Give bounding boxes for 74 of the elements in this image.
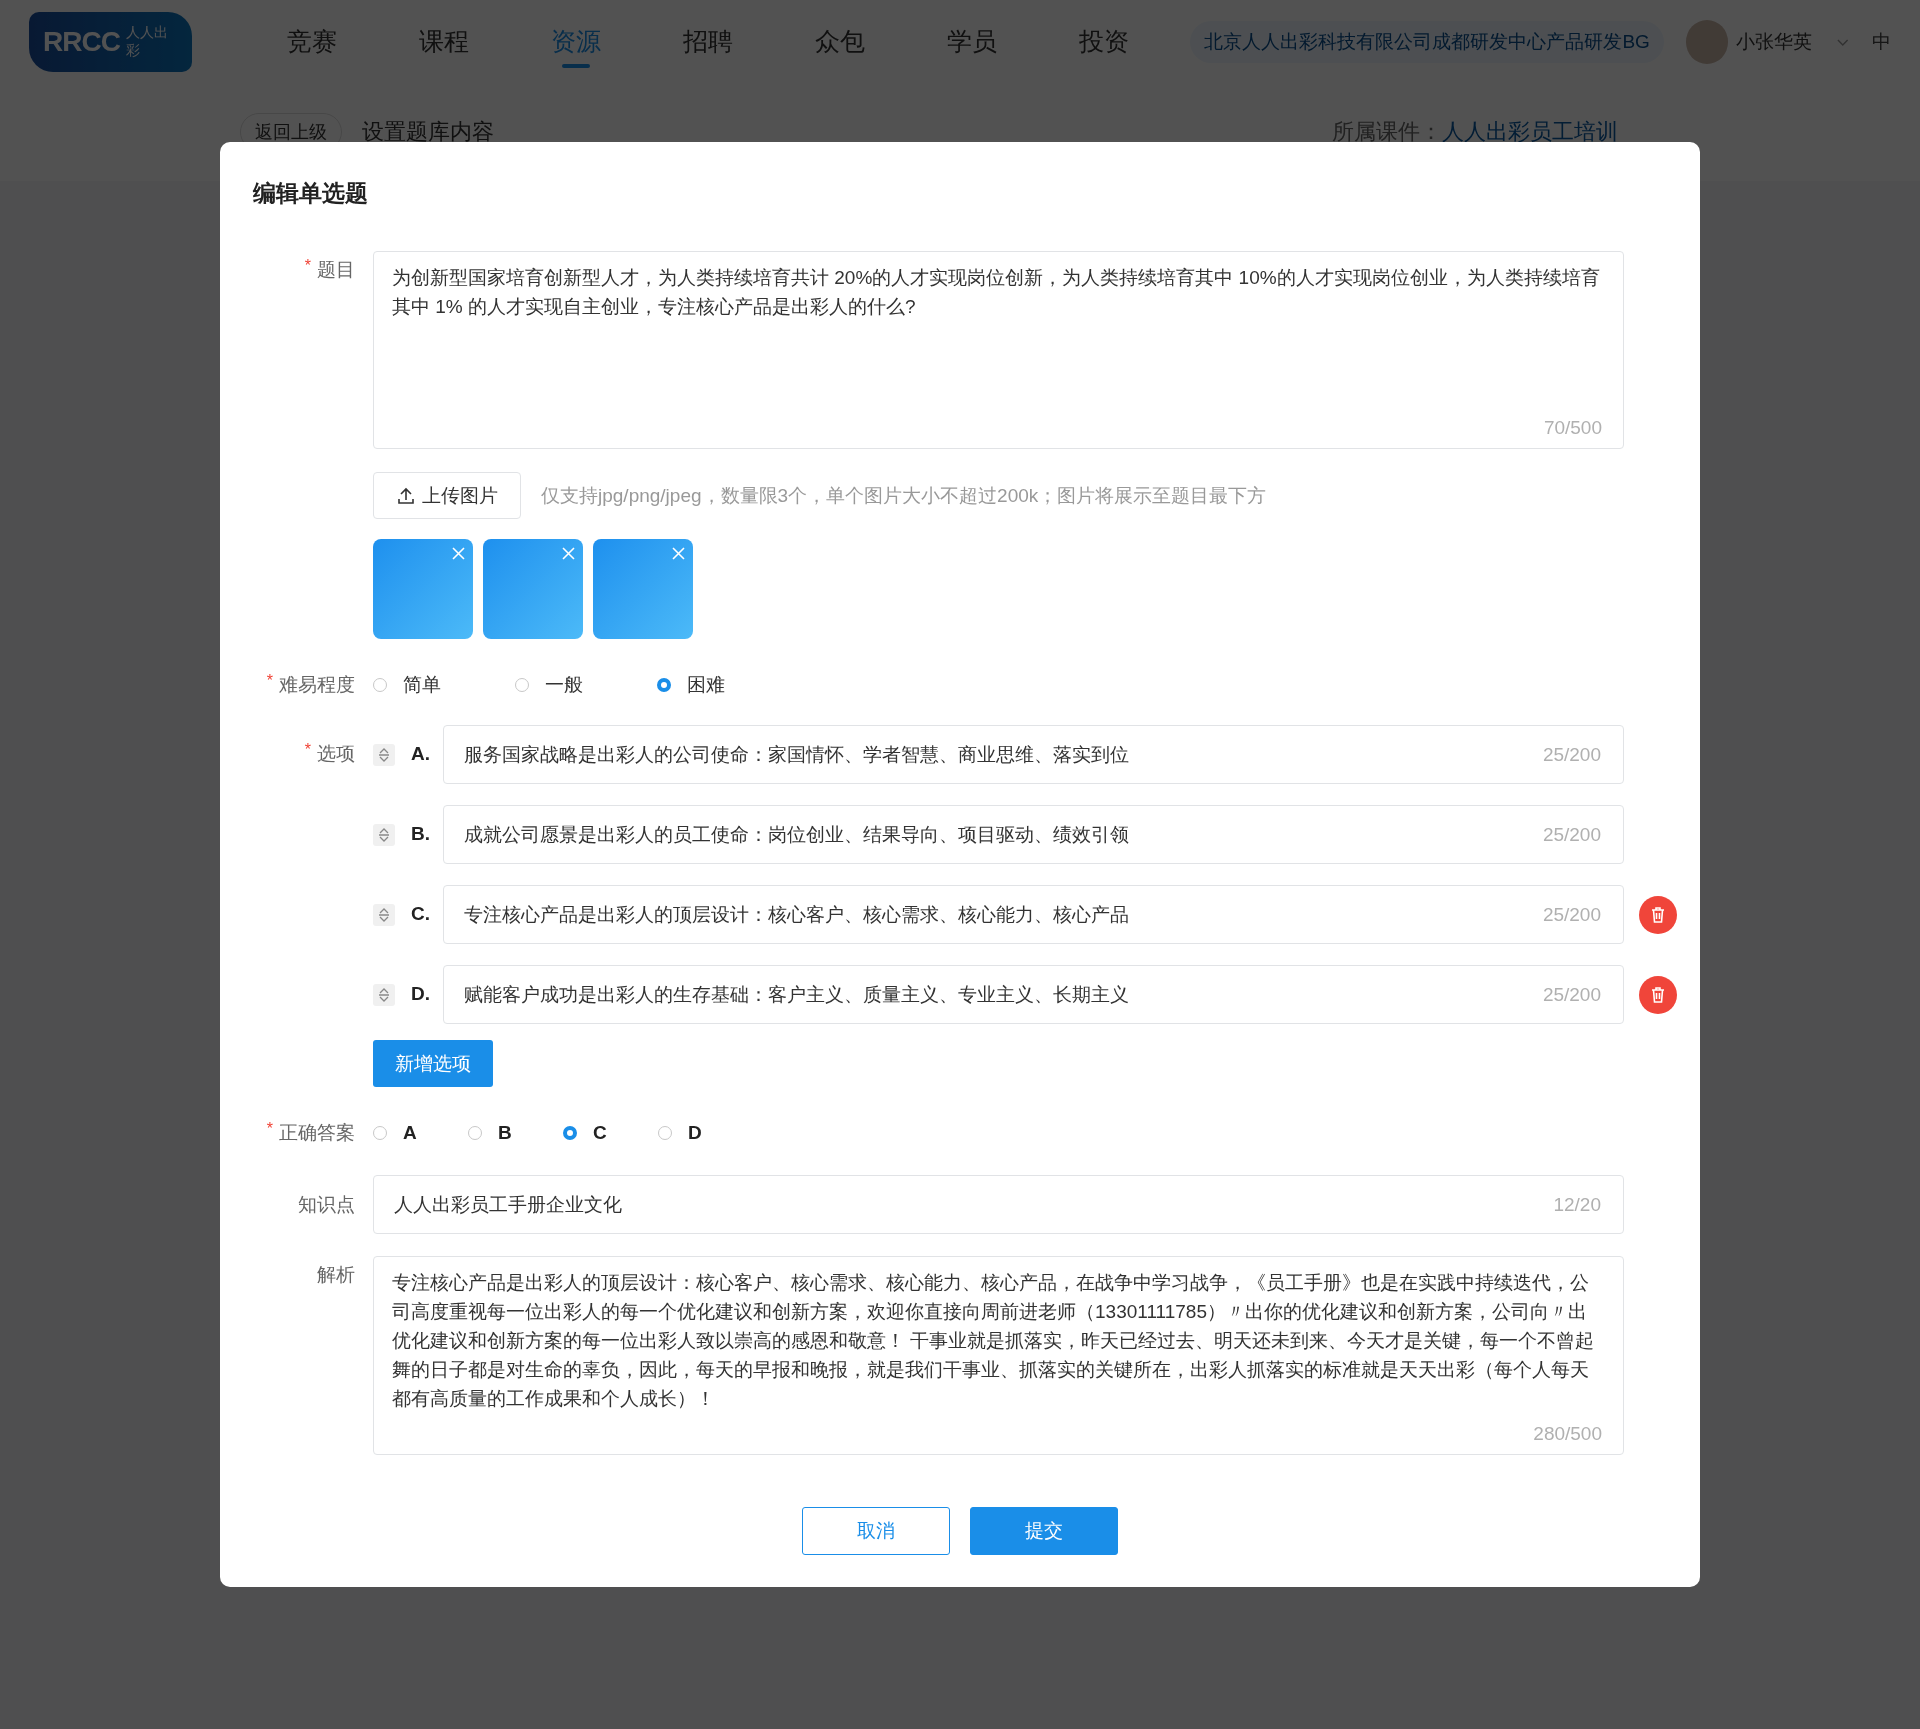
language-text[interactable]: 中: [1872, 28, 1891, 55]
option-letter: C.: [411, 902, 431, 927]
radio-label: 困难: [687, 673, 725, 697]
character-count: 25/200: [1542, 823, 1601, 847]
radio-button[interactable]: [373, 678, 387, 692]
nav-tab[interactable]: 招聘: [642, 15, 775, 68]
radio-button[interactable]: [515, 678, 529, 692]
option-letter: D.: [411, 982, 431, 1007]
required-mark: *: [304, 257, 311, 276]
nav-tab[interactable]: 众包: [774, 15, 907, 68]
character-count: 25/200: [1542, 983, 1601, 1007]
radio-button[interactable]: [468, 1126, 482, 1140]
delete-button[interactable]: [1639, 975, 1677, 1014]
character-count: 25/200: [1542, 743, 1601, 767]
nav-tab[interactable]: 资源: [510, 15, 643, 68]
field-label: 选项: [317, 742, 355, 766]
required-mark: *: [266, 1120, 273, 1139]
field-label: 难易程度: [279, 673, 355, 697]
character-count: 70/500: [1543, 417, 1602, 439]
field-label: 知识点: [298, 1192, 355, 1217]
drag-handle-icon[interactable]: [373, 743, 395, 766]
knowledge-field[interactable]: 人人出彩员工手册企业文化 12/20: [373, 1175, 1624, 1234]
field-label: 解析: [317, 1263, 355, 1287]
option-letter: A.: [411, 742, 431, 767]
radio-label: 一般: [545, 673, 583, 697]
radio-label: D: [688, 1122, 702, 1144]
character-count: 12/20: [1553, 1193, 1601, 1217]
option-field[interactable]: 服务国家战略是出彩人的公司使命：家国情怀、学者智慧、商业思维、落实到位 25/200: [443, 725, 1624, 784]
nav-tab[interactable]: 学员: [906, 15, 1039, 68]
radio-label: B: [498, 1122, 512, 1144]
required-mark: *: [304, 741, 311, 760]
nav-tab[interactable]: 课程: [378, 15, 511, 68]
drag-handle-icon[interactable]: [373, 903, 395, 926]
option-field[interactable]: 成就公司愿景是出彩人的员工使命：岗位创业、结果导向、项目驱动、绩效引领 25/200: [443, 805, 1624, 864]
radio-label: A: [403, 1122, 417, 1144]
close-icon[interactable]: [452, 547, 465, 560]
page-title: 设置题库内容: [362, 118, 494, 146]
organization-tag[interactable]: 北京人人出彩科技有限公司成都研发中心产品研发BG: [1190, 20, 1664, 63]
radio-button[interactable]: [657, 678, 671, 692]
drag-handle-icon[interactable]: [373, 983, 395, 1006]
cancel-button[interactable]: 取消: [801, 1507, 950, 1555]
trash-icon: [1649, 985, 1667, 1004]
user-name[interactable]: 小张华英: [1736, 28, 1813, 55]
upload-hint: 仅支持jpg/png/jpeg，数量限3个，单个图片大小不超过200k；图片将展示至题目最下方: [541, 483, 1267, 508]
nav-tab[interactable]: 投资: [1038, 15, 1171, 68]
upload-icon: [396, 485, 416, 506]
upload-button[interactable]: 上传图片: [373, 472, 521, 519]
close-icon[interactable]: [672, 547, 685, 560]
radio-label: 简单: [403, 673, 441, 697]
field-label: 题目: [317, 258, 355, 282]
close-icon[interactable]: [562, 547, 575, 560]
field-label: 正确答案: [279, 1121, 355, 1145]
field-value: 人人出彩员工手册企业文化: [394, 1193, 623, 1217]
option-text: 专注核心产品是出彩人的顶层设计：核心客户、核心需求、核心能力、核心产品: [464, 903, 1130, 927]
add-option-button[interactable]: 新增选项: [373, 1040, 493, 1087]
radio-button[interactable]: [373, 1126, 387, 1140]
character-count: 25/200: [1542, 903, 1601, 927]
trash-icon: [1649, 905, 1667, 924]
submit-button[interactable]: 提交: [969, 1507, 1118, 1555]
radio-button[interactable]: [658, 1126, 672, 1140]
option-text: 成就公司愿景是出彩人的员工使命：岗位创业、结果导向、项目驱动、绩效引领: [464, 823, 1130, 847]
option-field[interactable]: 专注核心产品是出彩人的顶层设计：核心客户、核心需求、核心能力、核心产品 25/200: [443, 885, 1624, 944]
option-letter: B.: [411, 822, 431, 847]
option-field[interactable]: 赋能客户成功是出彩人的生存基础：客户主义、质量主义、专业主义、长期主义 25/200: [443, 965, 1624, 1024]
character-count: 280/500: [1533, 1423, 1602, 1445]
dialog-title: 编辑单选题: [253, 179, 369, 208]
delete-button[interactable]: [1639, 895, 1677, 934]
option-text: 服务国家战略是出彩人的公司使命：家国情怀、学者智慧、商业思维、落实到位: [464, 743, 1130, 767]
radio-label: C: [593, 1122, 607, 1144]
drag-handle-icon[interactable]: [373, 823, 395, 846]
radio-button[interactable]: [563, 1126, 577, 1140]
nav-tab[interactable]: 竞赛: [246, 15, 379, 68]
required-mark: *: [266, 672, 273, 691]
option-text: 赋能客户成功是出彩人的生存基础：客户主义、质量主义、专业主义、长期主义: [464, 983, 1130, 1007]
